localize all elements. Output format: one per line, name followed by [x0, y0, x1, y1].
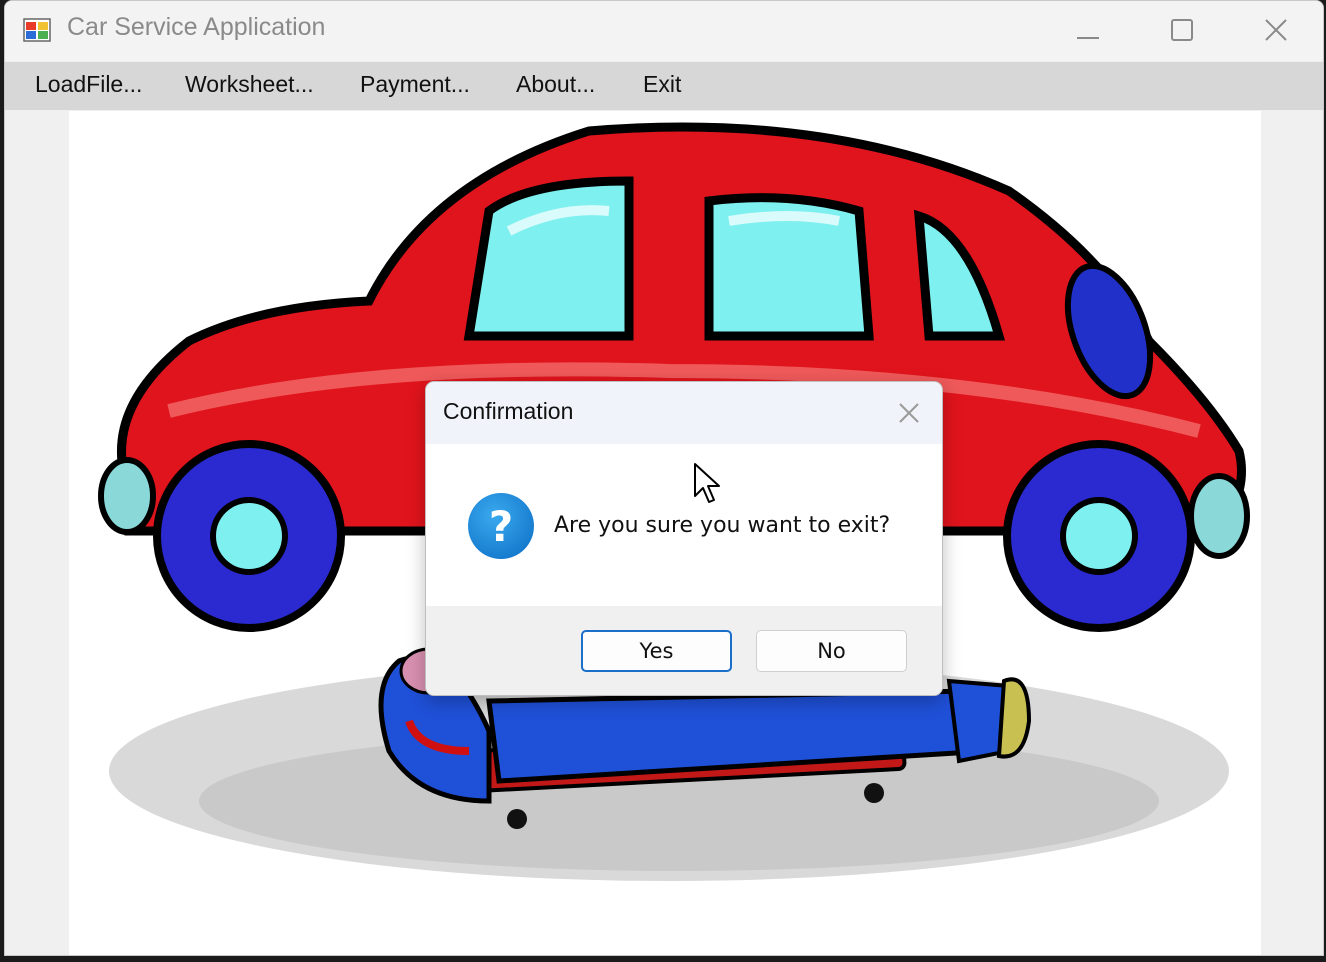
dialog-title-bar[interactable]: Confirmation	[426, 382, 942, 444]
close-icon	[1265, 19, 1287, 41]
minimize-button[interactable]	[1063, 11, 1113, 49]
window-title: Car Service Application	[67, 13, 326, 41]
mouse-pointer-icon	[694, 463, 720, 503]
no-button[interactable]: No	[756, 630, 907, 672]
maximize-icon	[1171, 19, 1193, 41]
dialog-message: Are you sure you want to exit?	[554, 513, 891, 538]
menu-bar: LoadFile... Worksheet... Payment... Abou…	[5, 62, 1323, 110]
yes-button[interactable]: Yes	[581, 630, 732, 672]
maximize-button[interactable]	[1157, 11, 1207, 49]
menu-loadfile[interactable]: LoadFile...	[35, 71, 142, 98]
confirmation-dialog: Confirmation ? Are you sure you want to …	[425, 381, 943, 696]
menu-worksheet[interactable]: Worksheet...	[185, 71, 314, 98]
minimize-icon	[1077, 37, 1099, 39]
close-button[interactable]	[1251, 11, 1301, 49]
dialog-title: Confirmation	[443, 398, 574, 424]
menu-exit[interactable]: Exit	[643, 71, 681, 98]
app-icon	[23, 18, 51, 42]
menu-payment[interactable]: Payment...	[360, 71, 470, 98]
dialog-close-button[interactable]	[892, 396, 926, 430]
menu-about[interactable]: About...	[516, 71, 595, 98]
close-icon	[899, 403, 919, 423]
question-icon: ?	[468, 493, 534, 559]
title-bar[interactable]: Car Service Application	[5, 1, 1323, 61]
